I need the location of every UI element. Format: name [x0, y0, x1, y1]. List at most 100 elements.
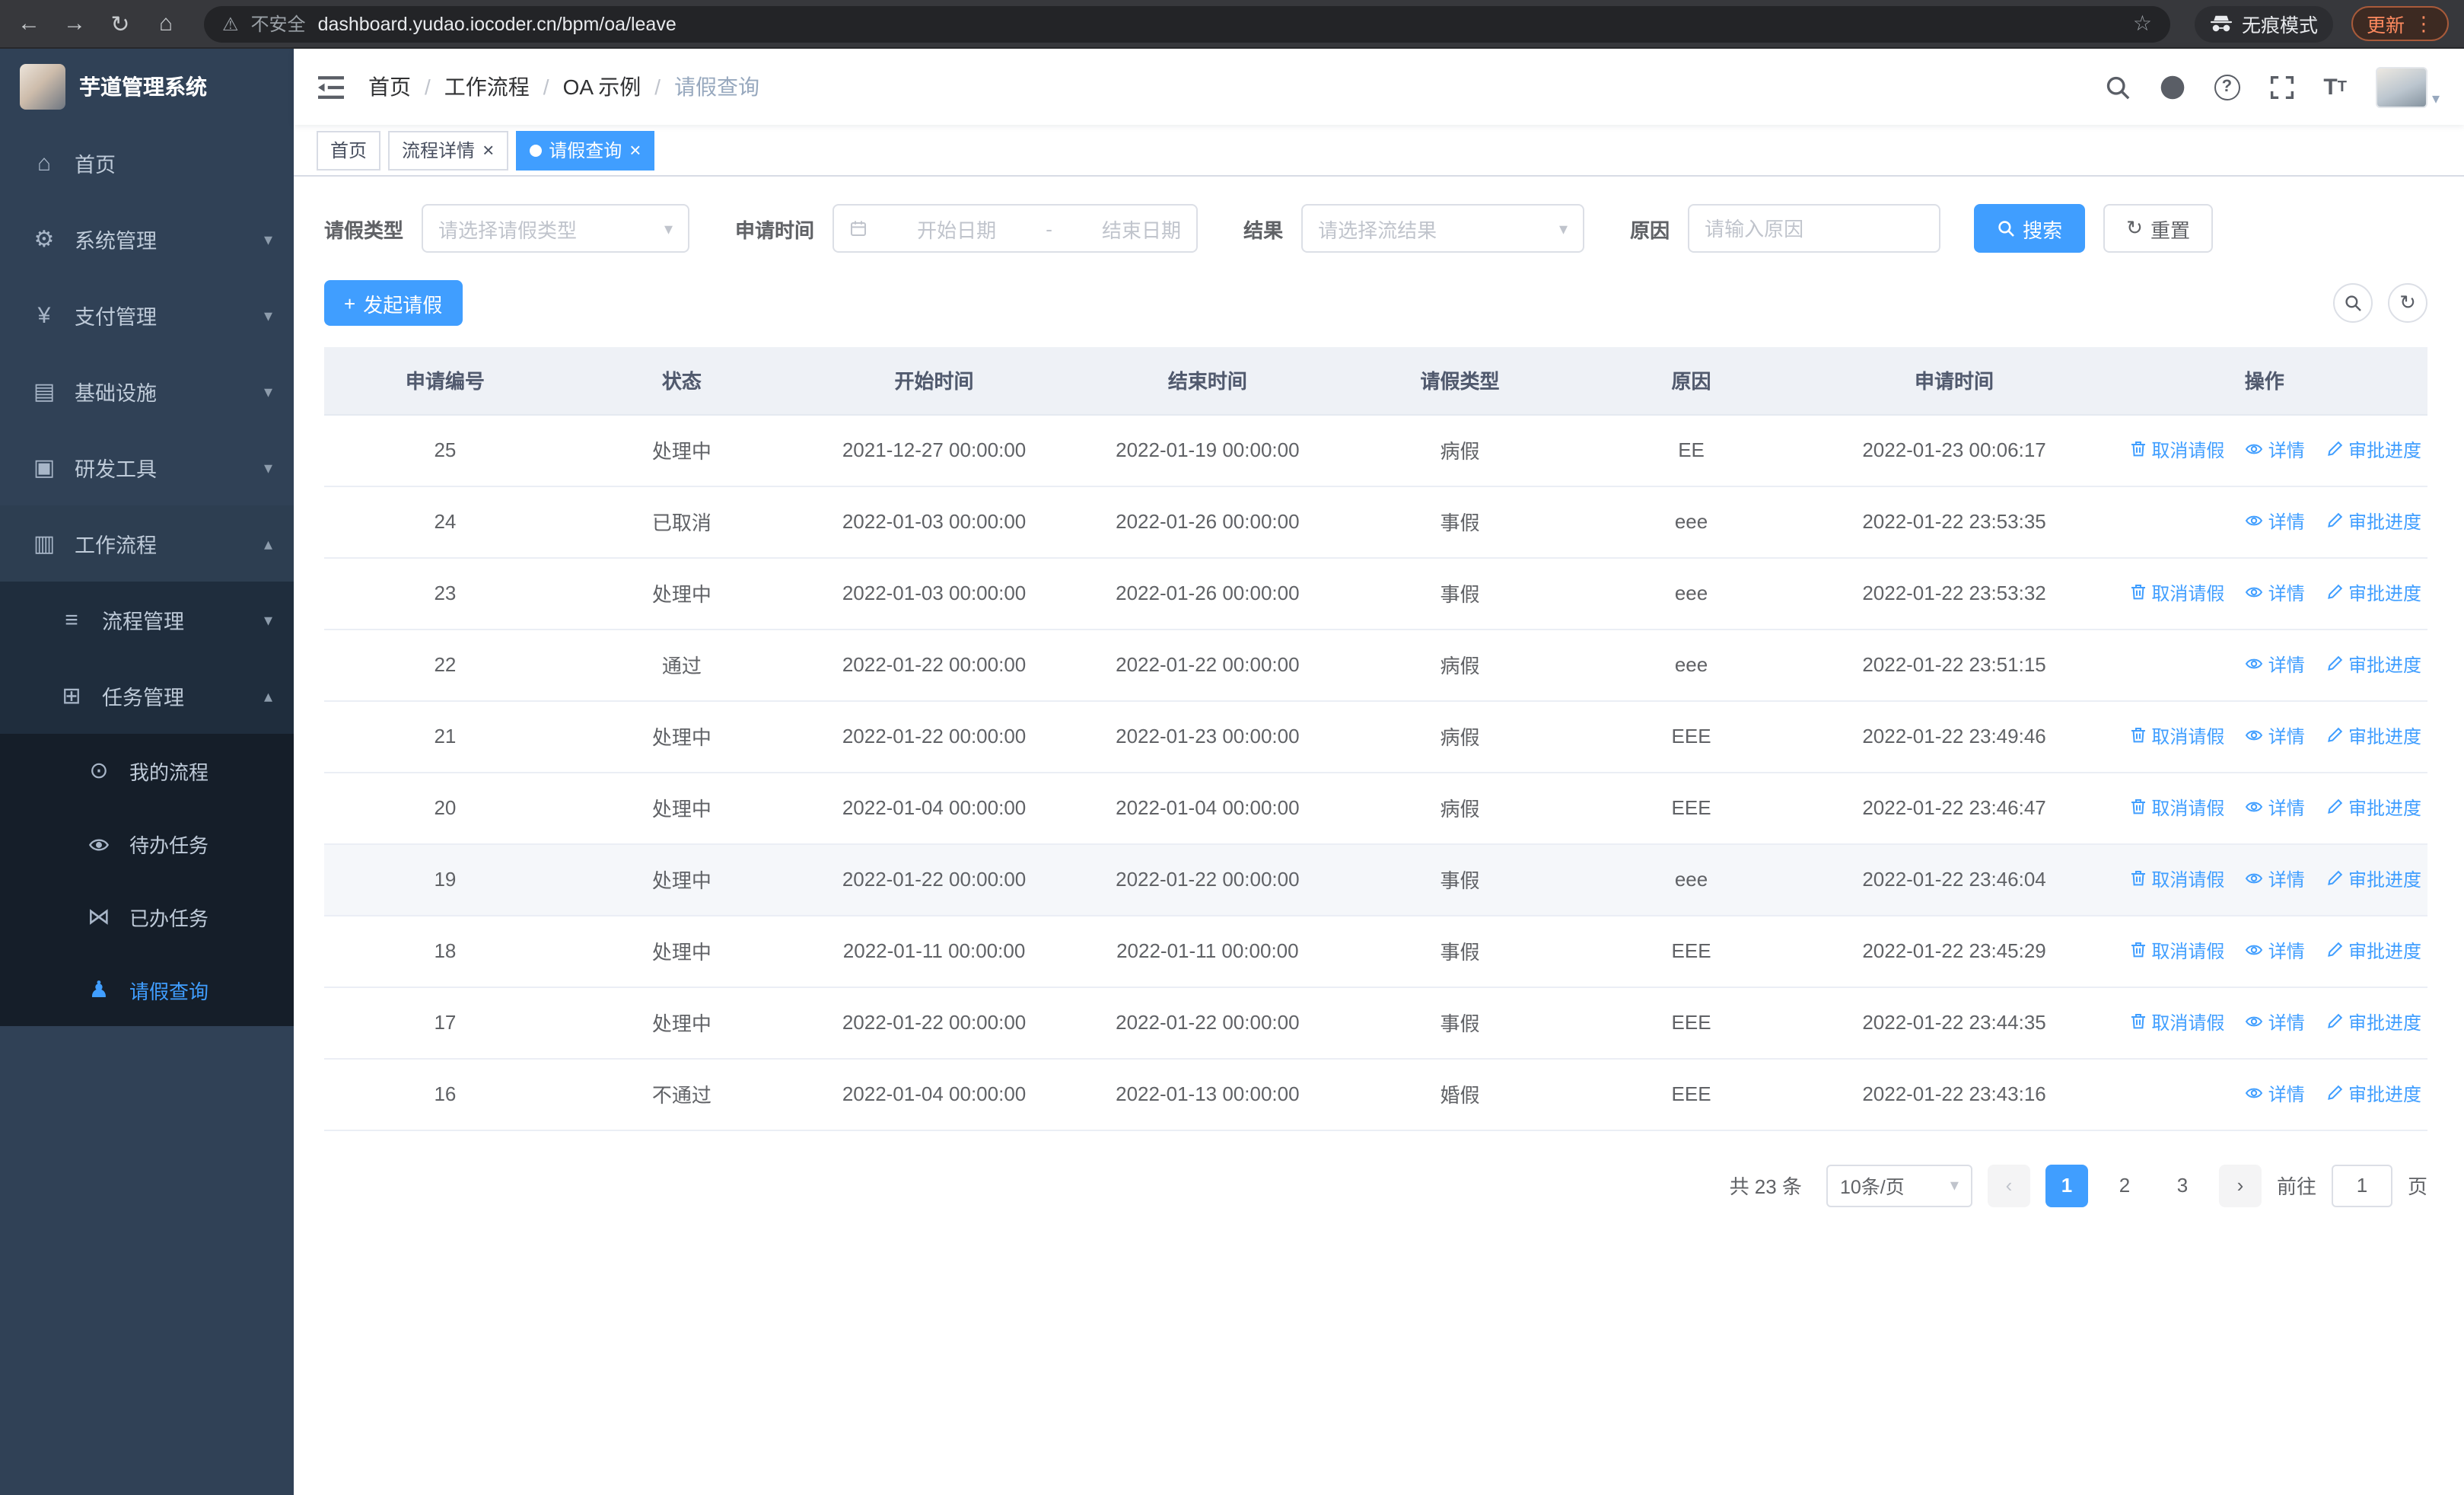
- url-bar[interactable]: ⚠ 不安全 dashboard.yudao.iocoder.cn/bpm/oa/…: [204, 5, 2170, 42]
- approval-progress-link[interactable]: 审批进度: [2326, 1009, 2421, 1035]
- approval-progress-link[interactable]: 审批进度: [2326, 1081, 2421, 1107]
- cell-end-time: 2022-01-22 00:00:00: [1071, 843, 1345, 916]
- update-label: 更新: [2366, 15, 2405, 37]
- security-warning-icon[interactable]: ⚠: [222, 13, 239, 34]
- search-button[interactable]: 搜索: [1974, 204, 2086, 253]
- detail-link[interactable]: 详情: [2246, 1081, 2305, 1107]
- sidebar-item-leave-query[interactable]: ♟ 请假查询: [0, 953, 294, 1026]
- cancel-leave-link[interactable]: 取消请假: [2128, 580, 2224, 606]
- goto-page-input[interactable]: [2331, 1164, 2392, 1207]
- sidebar-item-devtools[interactable]: ▣ 研发工具 ▾: [0, 429, 294, 505]
- trash-icon: [2131, 1014, 2145, 1029]
- home-icon[interactable]: ⌂: [152, 11, 180, 37]
- sidebar-item-infrastructure[interactable]: ▤ 基础设施 ▾: [0, 353, 294, 429]
- detail-link[interactable]: 详情: [2246, 437, 2305, 463]
- table-row: 19 处理中 2022-01-22 00:00:00 2022-01-22 00…: [324, 843, 2427, 916]
- back-icon[interactable]: ←: [15, 11, 43, 37]
- create-leave-button[interactable]: + 发起请假: [324, 280, 463, 326]
- fullscreen-icon[interactable]: [2268, 74, 2294, 100]
- cell-apply-time: 2022-01-22 23:43:16: [1807, 1058, 2102, 1130]
- sidebar-item-todo-tasks[interactable]: 待办任务: [0, 807, 294, 880]
- forward-icon[interactable]: →: [61, 11, 88, 37]
- toggle-search-button[interactable]: [2333, 283, 2373, 323]
- avatar[interactable]: [2375, 66, 2427, 107]
- cell-start-time: 2022-01-22 00:00:00: [797, 700, 1071, 773]
- breadcrumb-oa-example[interactable]: OA 示例: [563, 72, 641, 102]
- tab-leave-query[interactable]: 请假查询 ×: [515, 130, 655, 170]
- sidebar-item-label: 请假查询: [129, 980, 209, 1003]
- approval-progress-link[interactable]: 审批进度: [2326, 938, 2421, 964]
- tab-home[interactable]: 首页: [317, 130, 381, 170]
- sidebar-item-task-management[interactable]: ⊞ 任务管理 ▴: [0, 658, 294, 734]
- sidebar-item-process-management[interactable]: ≡ 流程管理 ▾: [0, 582, 294, 658]
- detail-link[interactable]: 详情: [2246, 508, 2305, 534]
- close-icon[interactable]: ×: [482, 140, 494, 160]
- reason-label: 原因: [1630, 218, 1670, 241]
- approval-progress-link[interactable]: 审批进度: [2326, 437, 2421, 463]
- sidebar-item-done-tasks[interactable]: ⋈ 已办任务: [0, 880, 294, 953]
- detail-link[interactable]: 详情: [2246, 580, 2305, 606]
- cell-leave-type: 事假: [1344, 843, 1576, 916]
- page-button-1[interactable]: 1: [2045, 1164, 2088, 1207]
- help-icon[interactable]: ?: [2214, 74, 2240, 100]
- detail-link[interactable]: 详情: [2246, 866, 2305, 892]
- tab-process-detail[interactable]: 流程详情 ×: [388, 130, 508, 170]
- approval-progress-link[interactable]: 审批进度: [2326, 795, 2421, 821]
- approval-progress-link[interactable]: 审批进度: [2326, 652, 2421, 677]
- sidebar-item-system[interactable]: ⚙ 系统管理 ▾: [0, 201, 294, 277]
- page-button-2[interactable]: 2: [2103, 1164, 2146, 1207]
- page-size-select[interactable]: 10条/页 ▾: [1826, 1164, 1972, 1207]
- cancel-leave-link[interactable]: 取消请假: [2128, 1009, 2224, 1035]
- cancel-leave-link[interactable]: 取消请假: [2128, 938, 2224, 964]
- next-page-button[interactable]: ›: [2218, 1164, 2262, 1207]
- detail-link[interactable]: 详情: [2246, 723, 2305, 749]
- approval-progress-link[interactable]: 审批进度: [2326, 508, 2421, 534]
- breadcrumb-workflow[interactable]: 工作流程: [444, 72, 530, 102]
- kebab-menu-icon[interactable]: ⋮: [2414, 11, 2434, 36]
- cancel-leave-link[interactable]: 取消请假: [2128, 795, 2224, 821]
- date-range-picker[interactable]: 开始日期 - 结束日期: [832, 204, 1199, 253]
- detail-link[interactable]: 详情: [2246, 652, 2305, 677]
- cell-start-time: 2022-01-04 00:00:00: [797, 1058, 1071, 1130]
- chrome-update-button[interactable]: 更新 ⋮: [2351, 6, 2449, 41]
- github-icon[interactable]: [2159, 74, 2185, 100]
- user-avatar-menu[interactable]: ▾: [2375, 66, 2440, 107]
- page-button-3[interactable]: 3: [2161, 1164, 2204, 1207]
- breadcrumb-home[interactable]: 首页: [368, 72, 411, 102]
- cancel-leave-link[interactable]: 取消请假: [2128, 723, 2224, 749]
- approval-progress-link[interactable]: 审批进度: [2326, 580, 2421, 606]
- sidebar-item-home[interactable]: ⌂ 首页: [0, 125, 294, 201]
- cell-status: 处理中: [565, 414, 797, 486]
- sidebar-item-label: 待办任务: [129, 834, 209, 856]
- result-select[interactable]: 请选择流结果 ▾: [1301, 204, 1585, 253]
- cell-status: 处理中: [565, 772, 797, 844]
- security-label[interactable]: 不安全: [251, 11, 306, 37]
- sidebar-toggle-icon[interactable]: [294, 75, 368, 98]
- detail-link[interactable]: 详情: [2246, 795, 2305, 821]
- sidebar-item-payment[interactable]: ¥ 支付管理 ▾: [0, 277, 294, 353]
- sidebar-item-workflow[interactable]: ▥ 工作流程 ▴: [0, 505, 294, 582]
- close-icon[interactable]: ×: [629, 140, 641, 160]
- refresh-table-button[interactable]: ↻: [2388, 283, 2427, 323]
- search-icon[interactable]: [2104, 74, 2130, 100]
- sidebar-item-my-processes[interactable]: ⊙ 我的流程: [0, 734, 294, 807]
- approval-progress-label: 审批进度: [2348, 797, 2421, 819]
- cancel-leave-link[interactable]: 取消请假: [2128, 866, 2224, 892]
- approval-progress-link[interactable]: 审批进度: [2326, 723, 2421, 749]
- reload-icon[interactable]: ↻: [107, 10, 134, 37]
- font-size-icon[interactable]: TT: [2323, 74, 2347, 100]
- bookmark-star-icon[interactable]: ☆: [2133, 11, 2152, 37]
- url-text[interactable]: dashboard.yudao.iocoder.cn/bpm/oa/leave: [318, 13, 2121, 34]
- cell-status: 通过: [565, 629, 797, 701]
- detail-link[interactable]: 详情: [2246, 1009, 2305, 1035]
- detail-link[interactable]: 详情: [2246, 938, 2305, 964]
- reset-button[interactable]: ↻ 重置: [2103, 204, 2213, 253]
- leave-type-select[interactable]: 请选择请假类型 ▾: [422, 204, 690, 253]
- cell-actions: 详情 审批进度: [2101, 629, 2427, 701]
- reason-input[interactable]: [1688, 204, 1941, 253]
- app-title: 芋道管理系统: [79, 75, 207, 99]
- app-logo[interactable]: 芋道管理系统: [0, 49, 294, 125]
- prev-page-button[interactable]: ‹: [1987, 1164, 2030, 1207]
- approval-progress-link[interactable]: 审批进度: [2326, 866, 2421, 892]
- cancel-leave-link[interactable]: 取消请假: [2128, 437, 2224, 463]
